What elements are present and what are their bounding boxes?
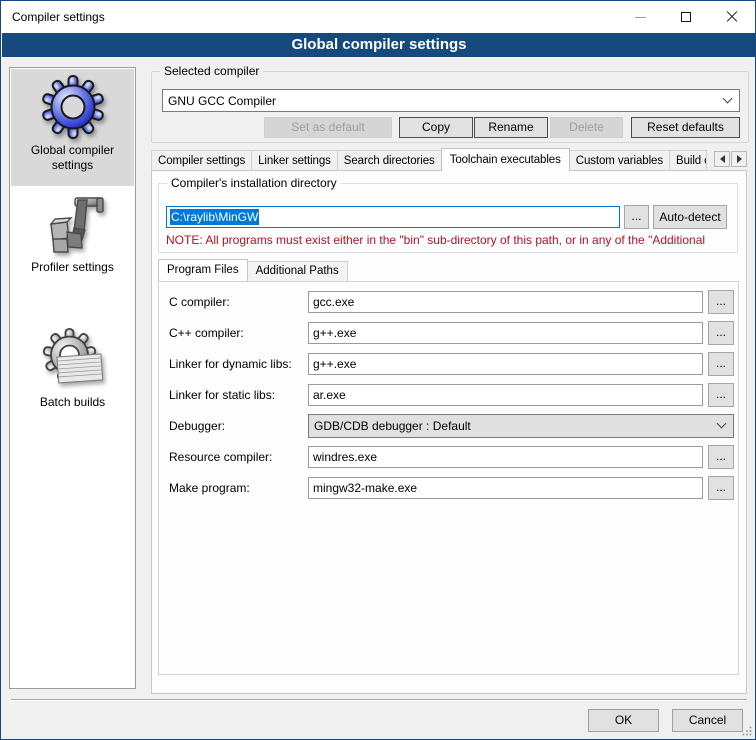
browse-install-dir-button[interactable]: ...: [624, 205, 649, 229]
form-row-cpp-compiler: C++ compiler: ...: [159, 322, 738, 344]
ok-button[interactable]: OK: [588, 709, 659, 732]
toolchain-executables-page: Compiler's installation directory C:\ray…: [151, 170, 747, 694]
minimize-button[interactable]: [617, 1, 663, 33]
sidebar-item-global-compiler-settings[interactable]: Global compiler settings: [11, 69, 134, 186]
batch-builds-gear-icon: [41, 327, 105, 391]
set-as-default-button: Set as default: [264, 117, 392, 138]
compiler-select-value: GNU GCC Compiler: [168, 94, 276, 108]
form-row-c-compiler: C compiler: ...: [159, 291, 738, 313]
auto-detect-button[interactable]: Auto-detect: [653, 205, 727, 229]
settings-category-list: Global compiler settings: [9, 67, 136, 689]
field-label: Linker for dynamic libs:: [169, 353, 292, 375]
tab-build-options[interactable]: Build options: [669, 150, 707, 171]
sidebar-item-profiler-settings[interactable]: Profiler settings: [11, 188, 134, 275]
field-label: Resource compiler:: [169, 446, 272, 468]
resource-compiler-input[interactable]: [308, 446, 703, 468]
cpp-compiler-input[interactable]: [308, 322, 703, 344]
browse-resource-compiler-button[interactable]: ...: [708, 445, 734, 469]
selected-compiler-group: Selected compiler GNU GCC Compiler Set a…: [151, 71, 749, 143]
close-button[interactable]: [709, 1, 755, 33]
tab-scroll-left-button[interactable]: [714, 151, 730, 167]
browse-dynamic-linker-button[interactable]: ...: [708, 352, 734, 376]
page-title: Global compiler settings: [2, 33, 756, 57]
profiler-caliper-icon: [41, 192, 105, 256]
chevron-down-icon: [723, 93, 733, 103]
rename-button[interactable]: Rename: [474, 117, 548, 138]
footer-separator: [11, 699, 747, 701]
sidebar-item-label: Global compiler settings: [11, 143, 134, 173]
make-program-input[interactable]: [308, 477, 703, 499]
maximize-button[interactable]: [663, 1, 709, 33]
delete-button: Delete: [550, 117, 623, 138]
browse-cpp-compiler-button[interactable]: ...: [708, 321, 734, 345]
window-title: Compiler settings: [12, 1, 105, 33]
cancel-button[interactable]: Cancel: [672, 709, 743, 732]
subtab-program-files[interactable]: Program Files: [158, 259, 248, 281]
tab-compiler-settings[interactable]: Compiler settings: [151, 150, 252, 171]
tab-custom-variables[interactable]: Custom variables: [569, 150, 670, 171]
tab-linker-settings[interactable]: Linker settings: [251, 150, 338, 171]
maximize-icon: [681, 12, 691, 22]
installation-dir-value: C:\raylib\MinGW: [170, 209, 259, 225]
settings-tabstrip: Compiler settings Linker settings Search…: [151, 148, 747, 171]
form-row-debugger: Debugger: GDB/CDB debugger : Default: [159, 415, 738, 437]
form-row-make-program: Make program: ...: [159, 477, 738, 499]
installation-dir-input[interactable]: C:\raylib\MinGW: [166, 206, 620, 228]
debugger-select-value: GDB/CDB debugger : Default: [314, 419, 471, 433]
arrow-right-icon: [737, 155, 746, 163]
arrow-left-icon: [716, 155, 725, 163]
blue-gear-icon: [41, 75, 105, 139]
dynamic-linker-input[interactable]: [308, 353, 703, 375]
close-icon: [726, 11, 738, 23]
sidebar-item-batch-builds[interactable]: Batch builds: [11, 323, 134, 410]
browse-static-linker-button[interactable]: ...: [708, 383, 734, 407]
compiler-settings-dialog: Compiler settings Global compiler settin…: [0, 0, 756, 740]
browse-c-compiler-button[interactable]: ...: [708, 290, 734, 314]
chevron-down-icon: [717, 419, 727, 429]
reset-defaults-button[interactable]: Reset defaults: [631, 117, 740, 138]
c-compiler-input[interactable]: [308, 291, 703, 313]
copy-button[interactable]: Copy: [399, 117, 473, 138]
compiler-select[interactable]: GNU GCC Compiler: [162, 89, 740, 112]
form-row-static-linker: Linker for static libs: ...: [159, 384, 738, 406]
subtab-additional-paths[interactable]: Additional Paths: [247, 261, 348, 281]
installation-directory-group: Compiler's installation directory C:\ray…: [158, 183, 738, 253]
browse-make-program-button[interactable]: ...: [708, 476, 734, 500]
debugger-select[interactable]: GDB/CDB debugger : Default: [308, 414, 734, 438]
program-files-tabstrip: Program Files Additional Paths: [158, 259, 347, 281]
field-label: Make program:: [169, 477, 250, 499]
minimize-icon: [635, 17, 646, 18]
group-label: Selected compiler: [160, 64, 263, 79]
program-files-page: C compiler: ... C++ compiler: ... Linker…: [158, 281, 739, 675]
static-linker-input[interactable]: [308, 384, 703, 406]
field-label: Debugger:: [169, 415, 225, 437]
tab-toolchain-executables[interactable]: Toolchain executables: [441, 148, 570, 171]
titlebar: Compiler settings: [1, 1, 755, 33]
field-label: C++ compiler:: [169, 322, 244, 344]
resize-grip[interactable]: [742, 726, 752, 736]
note-text: NOTE: All programs must exist either in …: [166, 233, 732, 247]
field-label: C compiler:: [169, 291, 230, 313]
tab-search-directories[interactable]: Search directories: [337, 150, 442, 171]
form-row-resource-compiler: Resource compiler: ...: [159, 446, 738, 468]
form-row-dynamic-linker: Linker for dynamic libs: ...: [159, 353, 738, 375]
sidebar-item-label: Profiler settings: [11, 260, 134, 275]
field-label: Linker for static libs:: [169, 384, 275, 406]
tab-scroll-right-button[interactable]: [731, 151, 747, 167]
group-label: Compiler's installation directory: [167, 176, 341, 191]
sidebar-item-label: Batch builds: [11, 395, 134, 410]
